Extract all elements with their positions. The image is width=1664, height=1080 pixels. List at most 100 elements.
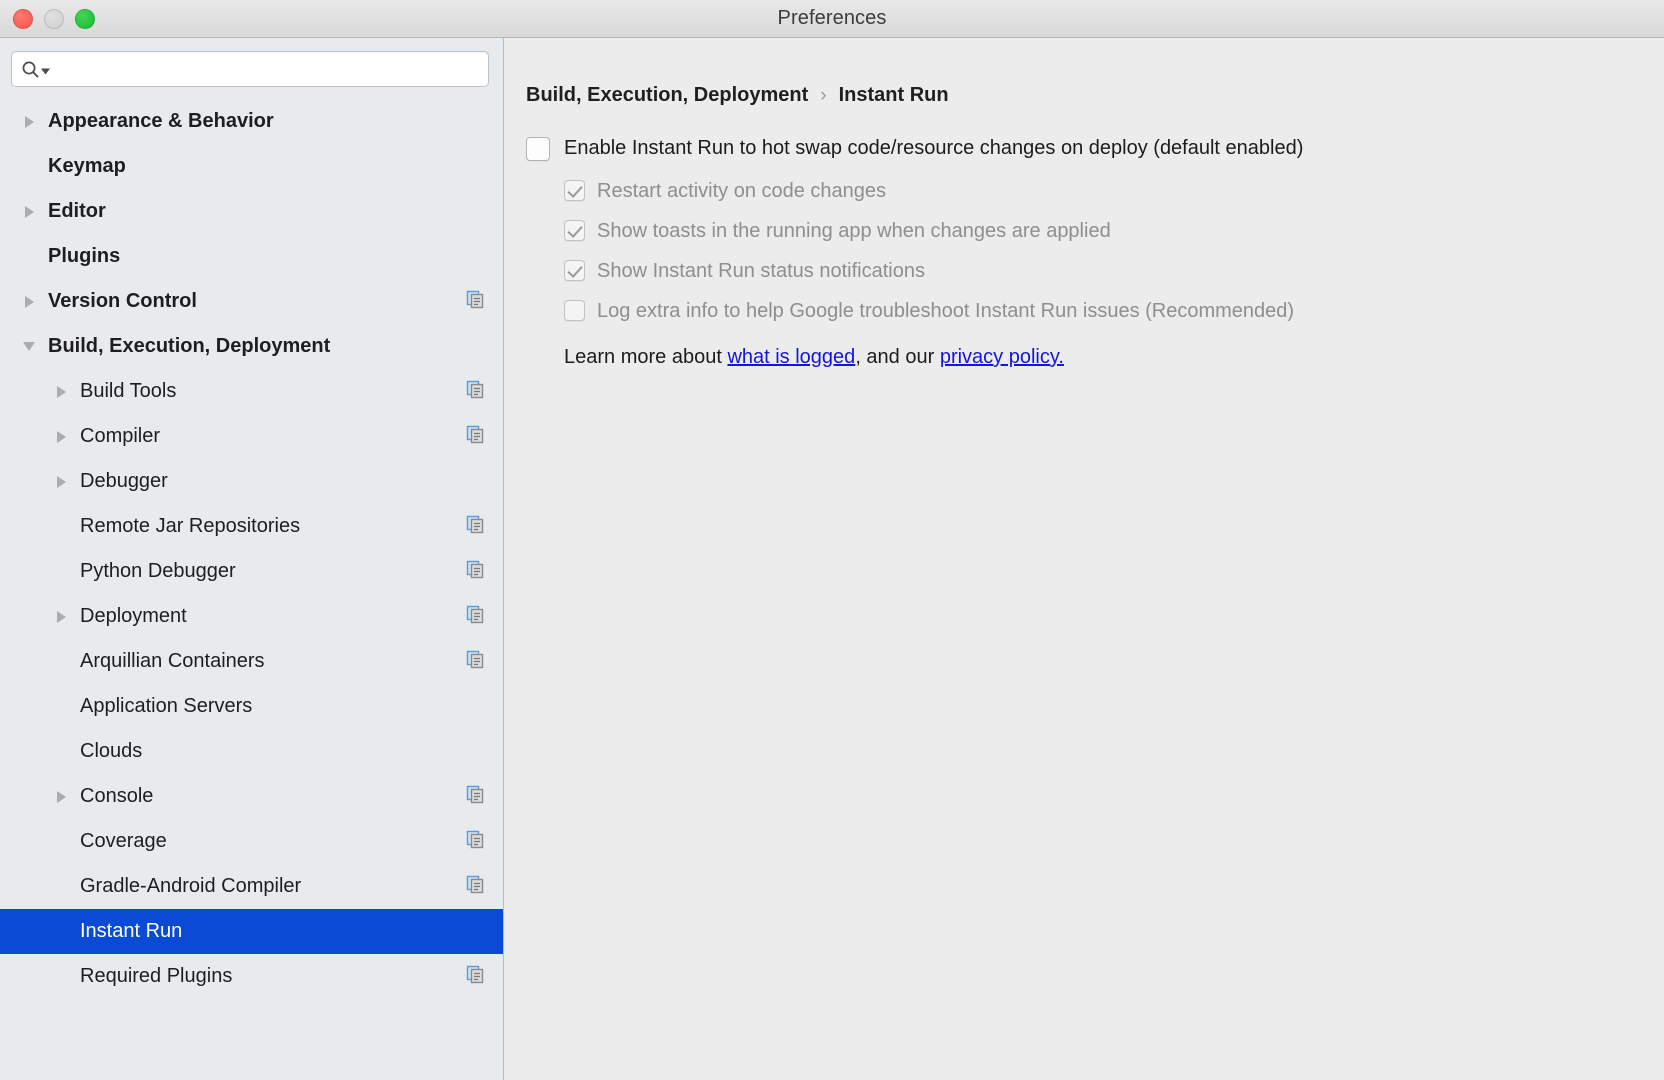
option-label: Show Instant Run status notifications (597, 260, 925, 282)
chevron-right-icon[interactable] (18, 115, 40, 128)
sidebar-item-gradle-android-compiler[interactable]: Gradle-Android Compiler (0, 864, 503, 909)
breadcrumb-current: Instant Run (838, 84, 949, 106)
sidebar-item-deployment[interactable]: Deployment (0, 594, 503, 639)
copy-settings-icon[interactable] (466, 380, 485, 404)
sidebar-item-compiler[interactable]: Compiler (0, 414, 503, 459)
window-title: Preferences (777, 7, 887, 29)
sidebar-item-label: Application Servers (80, 695, 253, 717)
magnifier-icon (22, 61, 39, 77)
sidebar-item-label: Keymap (48, 155, 126, 177)
breadcrumb: Build, Execution, Deployment › Instant R… (526, 84, 1664, 107)
sidebar-item-label: Deployment (80, 605, 187, 627)
copy-settings-icon[interactable] (466, 425, 485, 449)
option-row-restart-activity-on-code[interactable]: Restart activity on code changes (564, 178, 1664, 204)
minimize-button[interactable] (44, 8, 64, 29)
zoom-button[interactable] (75, 8, 95, 29)
sidebar-item-arquillian-containers[interactable]: Arquillian Containers (0, 639, 503, 684)
option-row-show-instant-run-status[interactable]: Show Instant Run status notifications (564, 258, 1664, 284)
privacy-policy-link[interactable]: privacy policy. (940, 346, 1064, 368)
checkbox-log-extra-info-to (564, 300, 585, 321)
sidebar-item-coverage[interactable]: Coverage (0, 819, 503, 864)
caret-down-icon[interactable] (41, 67, 50, 76)
sidebar-item-label: Gradle-Android Compiler (80, 875, 302, 897)
copy-settings-icon[interactable] (466, 785, 485, 809)
search-icon[interactable] (21, 60, 50, 79)
learn-more-line: Learn more about what is logged, and our… (564, 346, 1664, 369)
copy-settings-icon[interactable] (466, 515, 485, 539)
sidebar-item-remote-jar-repositories[interactable]: Remote Jar Repositories (0, 504, 503, 549)
option-label: Show toasts in the running app when chan… (597, 220, 1111, 242)
sidebar-item-label: Instant Run (80, 920, 183, 942)
checkbox-enable-instant-run-to[interactable] (526, 137, 550, 161)
window-titlebar: Preferences (0, 0, 1664, 38)
sidebar-item-editor[interactable]: Editor (0, 189, 503, 234)
copy-settings-icon[interactable] (466, 830, 485, 854)
sidebar-item-label: Version Control (48, 290, 197, 312)
chevron-right-icon[interactable] (50, 475, 72, 488)
option-row-log-extra-info-to[interactable]: Log extra info to help Google troublesho… (564, 298, 1664, 324)
sidebar-item-label: Required Plugins (80, 965, 233, 987)
sidebar-item-build-execution-deployment[interactable]: Build, Execution, Deployment (0, 324, 503, 369)
breadcrumb-parent[interactable]: Build, Execution, Deployment (526, 84, 808, 107)
chevron-right-icon[interactable] (50, 610, 72, 623)
sidebar-item-label: Build, Execution, Deployment (48, 335, 331, 357)
chevron-right-icon[interactable] (50, 385, 72, 398)
sidebar-item-label: Coverage (80, 830, 167, 852)
chevron-right-icon[interactable] (50, 790, 72, 803)
search-box[interactable] (11, 51, 489, 87)
option-label: Enable Instant Run to hot swap code/reso… (564, 137, 1304, 159)
copy-settings-icon[interactable] (466, 875, 485, 899)
sidebar-item-label: Remote Jar Repositories (80, 515, 301, 537)
copy-settings-icon[interactable] (466, 965, 485, 989)
sidebar-item-label: Editor (48, 200, 106, 222)
sidebar-item-label: Arquillian Containers (80, 650, 265, 672)
sidebar-item-version-control[interactable]: Version Control (0, 279, 503, 324)
chevron-right-icon[interactable] (50, 430, 72, 443)
option-row-enable-instant-run-to[interactable]: Enable Instant Run to hot swap code/reso… (526, 135, 1664, 161)
sidebar-item-label: Console (80, 785, 154, 807)
traffic-light-group (0, 8, 95, 29)
option-label: Restart activity on code changes (597, 180, 887, 202)
learn-more-middle: , and our (855, 346, 940, 368)
checkbox-restart-activity-on-code (564, 180, 585, 201)
sidebar-item-label: Debugger (80, 470, 168, 492)
sidebar-item-application-servers[interactable]: Application Servers (0, 684, 503, 729)
chevron-down-icon[interactable] (18, 342, 40, 351)
chevron-right-icon[interactable] (18, 295, 40, 308)
sidebar-item-console[interactable]: Console (0, 774, 503, 819)
sidebar-item-debugger[interactable]: Debugger (0, 459, 503, 504)
search-container (0, 38, 503, 97)
what-is-logged-link[interactable]: what is logged (727, 346, 855, 368)
sidebar-item-appearance-behavior[interactable]: Appearance & Behavior (0, 99, 503, 144)
sidebar-item-label: Compiler (80, 425, 161, 447)
search-input[interactable] (56, 60, 479, 78)
copy-settings-icon[interactable] (466, 650, 485, 674)
checkbox-show-toasts-in-the (564, 220, 585, 241)
sidebar-item-python-debugger[interactable]: Python Debugger (0, 549, 503, 594)
chevron-right-icon[interactable] (18, 205, 40, 218)
copy-settings-icon[interactable] (466, 605, 485, 629)
copy-settings-icon[interactable] (466, 290, 485, 314)
settings-tree: Appearance & Behavior Keymap Editor Plugins… (0, 97, 503, 999)
sidebar-item-plugins[interactable]: Plugins (0, 234, 503, 279)
sidebar-item-label: Build Tools (80, 380, 177, 402)
close-button[interactable] (13, 8, 33, 29)
sidebar-item-build-tools[interactable]: Build Tools (0, 369, 503, 414)
window-body: Appearance & Behavior Keymap Editor Plugins… (0, 38, 1664, 1080)
option-label: Log extra info to help Google troublesho… (597, 300, 1295, 322)
sidebar-scrollbar[interactable] (495, 38, 501, 1080)
checkbox-show-instant-run-status (564, 260, 585, 281)
settings-content-pane: Build, Execution, Deployment › Instant R… (504, 38, 1664, 1080)
settings-sidebar: Appearance & Behavior Keymap Editor Plugins… (0, 38, 504, 1080)
sidebar-item-clouds[interactable]: Clouds (0, 729, 503, 774)
sidebar-item-label: Plugins (48, 245, 121, 267)
options-list: Enable Instant Run to hot swap code/reso… (526, 135, 1664, 324)
sidebar-item-keymap[interactable]: Keymap (0, 144, 503, 189)
sidebar-item-label: Clouds (80, 740, 143, 762)
sidebar-item-required-plugins[interactable]: Required Plugins (0, 954, 503, 999)
copy-settings-icon[interactable] (466, 560, 485, 584)
option-row-show-toasts-in-the[interactable]: Show toasts in the running app when chan… (564, 218, 1664, 244)
sidebar-item-instant-run[interactable]: Instant Run (0, 909, 503, 954)
sidebar-item-label: Python Debugger (80, 560, 236, 582)
sidebar-item-label: Appearance & Behavior (48, 110, 274, 132)
